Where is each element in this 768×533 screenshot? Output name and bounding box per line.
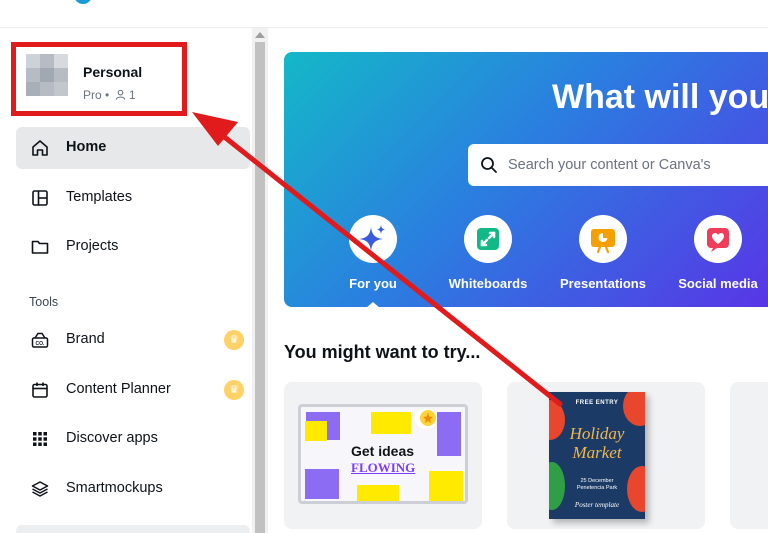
category-presentations[interactable]: Presentations — [548, 215, 658, 295]
layers-icon — [31, 481, 49, 497]
tools-section-label: Tools — [29, 295, 59, 309]
category-label: For you — [349, 276, 397, 291]
sidebar-item-label: Templates — [66, 189, 133, 205]
sidebar-item-label: Home — [66, 139, 107, 155]
whiteboard-subheading: FLOWING — [351, 460, 416, 475]
badge-star-icon — [420, 410, 436, 426]
poster-date: 25 December Penetencia Park — [549, 478, 645, 492]
sidebar-next-item[interactable] — [16, 525, 250, 533]
home-icon — [32, 140, 48, 156]
sidebar-item-label: Smartmockups — [66, 480, 163, 496]
search-input[interactable]: Search your content or Canva's — [468, 144, 768, 186]
whiteboard-template-card[interactable]: Get ideas FLOWING — [284, 382, 482, 529]
template-card-partial[interactable] — [730, 382, 768, 529]
heart-icon — [707, 228, 729, 252]
svg-text:CO.: CO. — [36, 341, 46, 347]
category-label: Social media — [678, 276, 758, 291]
sparkle-icon — [359, 225, 385, 251]
poster-template-card[interactable]: FREE ENTRY Holiday Market 25 December Pe… — [507, 382, 705, 529]
category-icon-circle — [694, 215, 742, 263]
category-whiteboards[interactable]: Whiteboards — [433, 215, 543, 295]
poster-thumbnail: FREE ENTRY Holiday Market 25 December Pe… — [549, 392, 645, 519]
category-icon-circle — [464, 215, 512, 263]
brand-icon: CO. — [31, 332, 49, 348]
calendar-icon — [32, 382, 48, 398]
canva-logo[interactable] — [74, 0, 92, 4]
whiteboard-thumbnail: Get ideas FLOWING — [298, 404, 468, 504]
sidebar-item-label: Discover apps — [66, 430, 158, 446]
search-placeholder: Search your content or Canva's — [508, 157, 711, 173]
poster-title: Holiday Market — [569, 424, 625, 462]
category-social-media[interactable]: Social media — [663, 215, 768, 295]
sidebar-item-templates[interactable]: Templates — [16, 177, 250, 219]
scroll-up-arrow-icon[interactable] — [255, 32, 265, 38]
category-for-you[interactable]: For you — [318, 215, 428, 307]
whiteboard-icon — [477, 228, 499, 250]
whiteboard-heading: Get ideas — [351, 443, 415, 459]
presentation-icon — [591, 229, 615, 254]
crown-icon: ♛ — [224, 330, 244, 350]
sidebar-scrollbar[interactable] — [252, 28, 268, 533]
sidebar-item-content-planner[interactable]: Content Planner ♛ — [16, 369, 250, 411]
top-bar — [0, 0, 768, 28]
search-icon — [481, 157, 497, 173]
sidebar-item-projects[interactable]: Projects — [16, 226, 250, 268]
selected-caret-icon — [366, 302, 380, 307]
crown-icon: ♛ — [224, 380, 244, 400]
category-icon-circle — [349, 215, 397, 263]
poster-date-line: 25 December — [580, 478, 614, 484]
category-label: Whiteboards — [448, 276, 528, 291]
apps-grid-icon — [33, 432, 47, 446]
templates-icon — [32, 190, 48, 206]
sidebar-item-label: Projects — [66, 238, 119, 254]
hero-banner: What will you Search your content or Can… — [284, 52, 768, 307]
sidebar-item-brand[interactable]: CO. Brand ♛ — [16, 319, 250, 361]
scrollbar-thumb[interactable] — [255, 42, 265, 533]
sidebar-item-label: Content Planner — [66, 381, 171, 397]
poster-top-text: FREE ENTRY — [575, 400, 619, 406]
annotation-highlight-box — [11, 42, 187, 116]
sidebar-item-label: Brand — [66, 331, 105, 347]
sidebar-item-smartmockups[interactable]: Smartmockups — [16, 468, 250, 510]
sidebar-item-discover-apps[interactable]: Discover apps — [16, 418, 250, 460]
folder-icon — [31, 240, 49, 254]
hero-title: What will you — [552, 78, 768, 116]
poster-footer: Poster template — [574, 501, 620, 509]
suggestions-title: You might want to try... — [284, 342, 481, 362]
category-icon-circle — [579, 215, 627, 263]
sidebar-item-home[interactable]: Home — [16, 127, 250, 169]
poster-location-line: Penetencia Park — [576, 485, 618, 491]
category-label: Presentations — [560, 276, 646, 291]
